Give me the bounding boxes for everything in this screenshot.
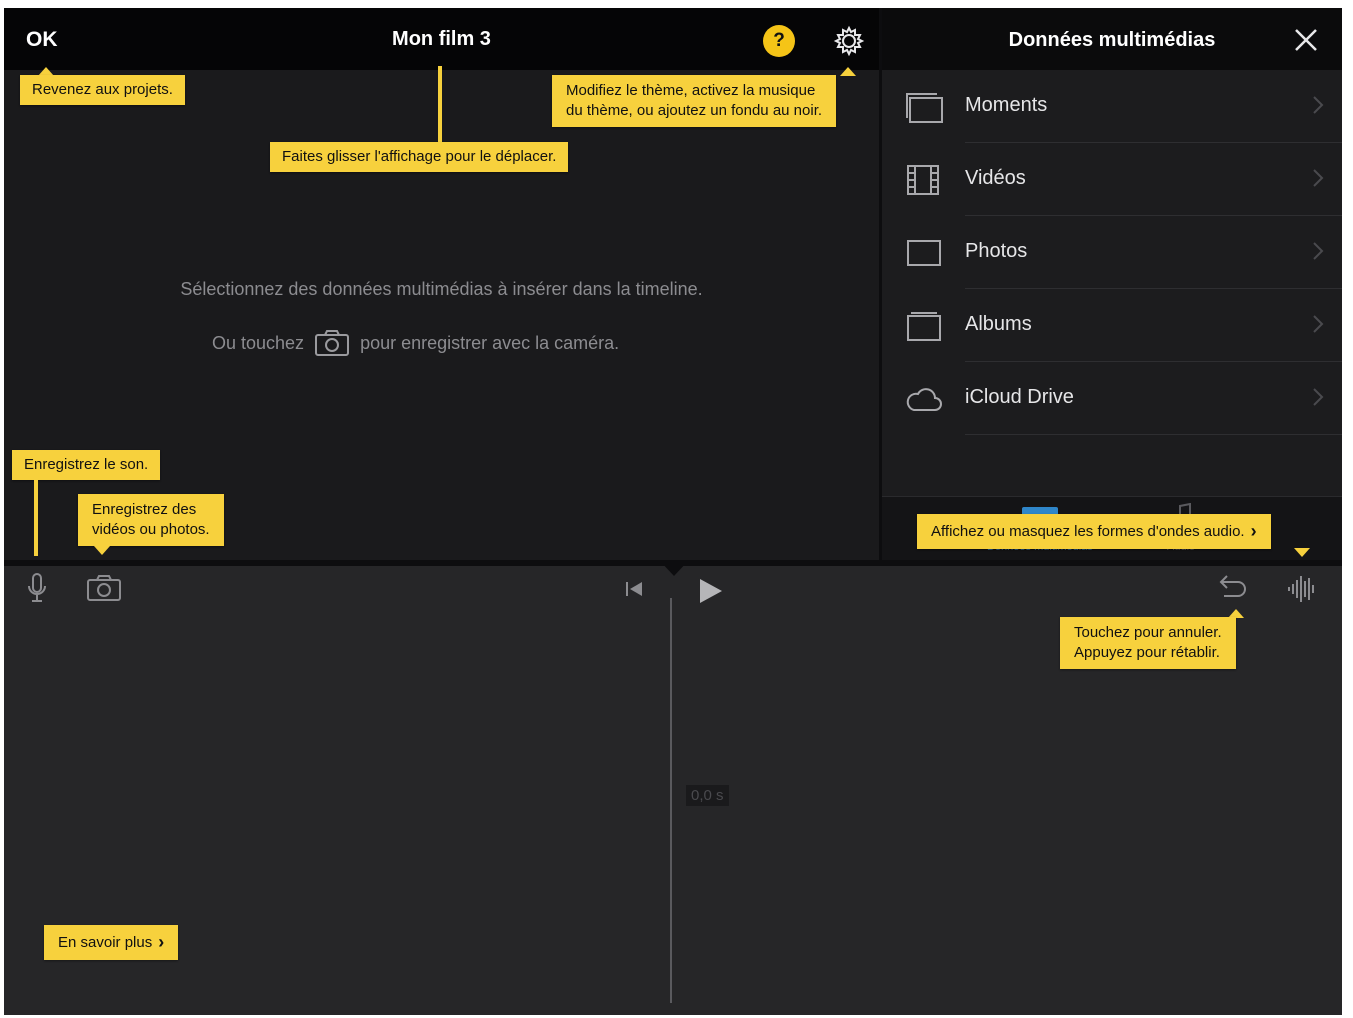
app-window: OK Mon film 3 ? Sélectionnez des données… <box>4 8 1342 1015</box>
tooltip-theme: Modifiez le thème, activez la musique du… <box>552 75 837 127</box>
timecode: 0,0 s <box>686 785 729 806</box>
moments-icon <box>906 93 943 123</box>
media-item-moments[interactable]: Moments <box>882 70 1342 143</box>
media-item-label: iCloud Drive <box>965 386 1074 408</box>
chevron-right-icon <box>1313 242 1324 260</box>
tooltip-arrow <box>1294 548 1310 557</box>
tooltip-record-video: Enregistrez des vidéos ou photos. <box>78 494 224 546</box>
camera-record-icon[interactable] <box>86 574 122 602</box>
project-title-wrap: Mon film 3 <box>4 28 879 51</box>
tooltip-waveforms[interactable]: Affichez ou masquez les formes d'ondes a… <box>917 514 1271 549</box>
tooltip-connector <box>438 66 442 144</box>
chevron-right-icon: › <box>158 932 165 952</box>
project-title: Mon film 3 <box>392 28 491 50</box>
media-item-label: Moments <box>965 94 1048 116</box>
empty-viewer-message: Sélectionnez des données multimédias à i… <box>180 279 703 299</box>
tooltip-record-video-line2: vidéos ou photos. <box>92 521 210 538</box>
media-item-label: Albums <box>965 313 1032 335</box>
tooltip-drag-view: Faites glisser l'affichage pour le dépla… <box>270 142 569 172</box>
chevron-right-icon <box>1313 96 1324 114</box>
tooltip-record-sound: Enregistrez le son. <box>12 450 161 480</box>
tooltip-undo-line1: Touchez pour annuler. <box>1074 624 1222 641</box>
tooltip-theme-line1: Modifiez le thème, activez la musique <box>566 82 816 99</box>
camera-hint-suffix: pour enregistrer avec la caméra. <box>360 332 620 353</box>
gear-icon[interactable] <box>833 25 865 57</box>
album-icon <box>907 312 941 341</box>
tooltip-theme-line2: du thème, ou ajoutez un fondu au noir. <box>566 102 823 119</box>
cloud-icon <box>906 388 942 411</box>
learn-more-button[interactable]: En savoir plus › <box>44 925 179 960</box>
chevron-right-icon <box>1313 169 1324 187</box>
tooltip-back-projects: Revenez aux projets. <box>20 75 185 105</box>
media-item-label: Vidéos <box>965 167 1026 189</box>
media-panel: Données multimédias Moments Vidéos Photo… <box>882 8 1342 560</box>
media-item-icloud[interactable]: iCloud Drive <box>882 362 1342 435</box>
audio-waveform-icon[interactable] <box>1286 574 1318 604</box>
close-icon[interactable] <box>1292 26 1320 54</box>
undo-icon[interactable] <box>1216 573 1250 603</box>
camera-hint: Ou touchez pour enregistrer avec la camé… <box>212 329 619 357</box>
chevron-right-icon: › <box>1250 521 1257 541</box>
camera-hint-prefix: Ou touchez <box>212 332 305 353</box>
done-button[interactable]: OK <box>26 28 58 52</box>
playhead[interactable] <box>670 598 672 1003</box>
media-item-albums[interactable]: Albums <box>882 289 1342 362</box>
film-icon <box>907 165 939 195</box>
skip-to-start-icon[interactable] <box>624 580 644 598</box>
playhead-notch <box>659 560 689 576</box>
play-icon[interactable] <box>696 577 724 605</box>
tooltip-connector <box>34 478 38 556</box>
media-item-photos[interactable]: Photos <box>882 216 1342 289</box>
media-source-list: Moments Vidéos Photos Albums iCloud Driv… <box>882 70 1342 435</box>
tooltip-arrow <box>840 67 856 76</box>
learn-more-label: En savoir plus <box>58 934 153 951</box>
chevron-right-icon <box>1313 315 1324 333</box>
help-button[interactable]: ? <box>763 25 795 57</box>
tooltip-undo-line2: Appuyez pour rétablir. <box>1074 644 1220 661</box>
tooltip-undo: Touchez pour annuler. Appuyez pour rétab… <box>1060 617 1236 669</box>
media-panel-header: Données multimédias <box>882 8 1342 70</box>
chevron-right-icon <box>1313 388 1324 406</box>
tooltip-arrow <box>94 546 110 555</box>
tooltip-record-video-line1: Enregistrez des <box>92 501 197 518</box>
photo-icon <box>907 240 941 266</box>
media-item-videos[interactable]: Vidéos <box>882 143 1342 216</box>
media-item-label: Photos <box>965 240 1028 262</box>
microphone-icon[interactable] <box>26 572 48 604</box>
media-panel-title: Données multimédias <box>1008 29 1216 51</box>
tooltip-waveforms-text: Affichez ou masquez les formes d'ondes a… <box>931 523 1245 540</box>
camera-icon[interactable] <box>314 329 350 357</box>
top-bar: OK Mon film 3 ? <box>4 8 879 70</box>
